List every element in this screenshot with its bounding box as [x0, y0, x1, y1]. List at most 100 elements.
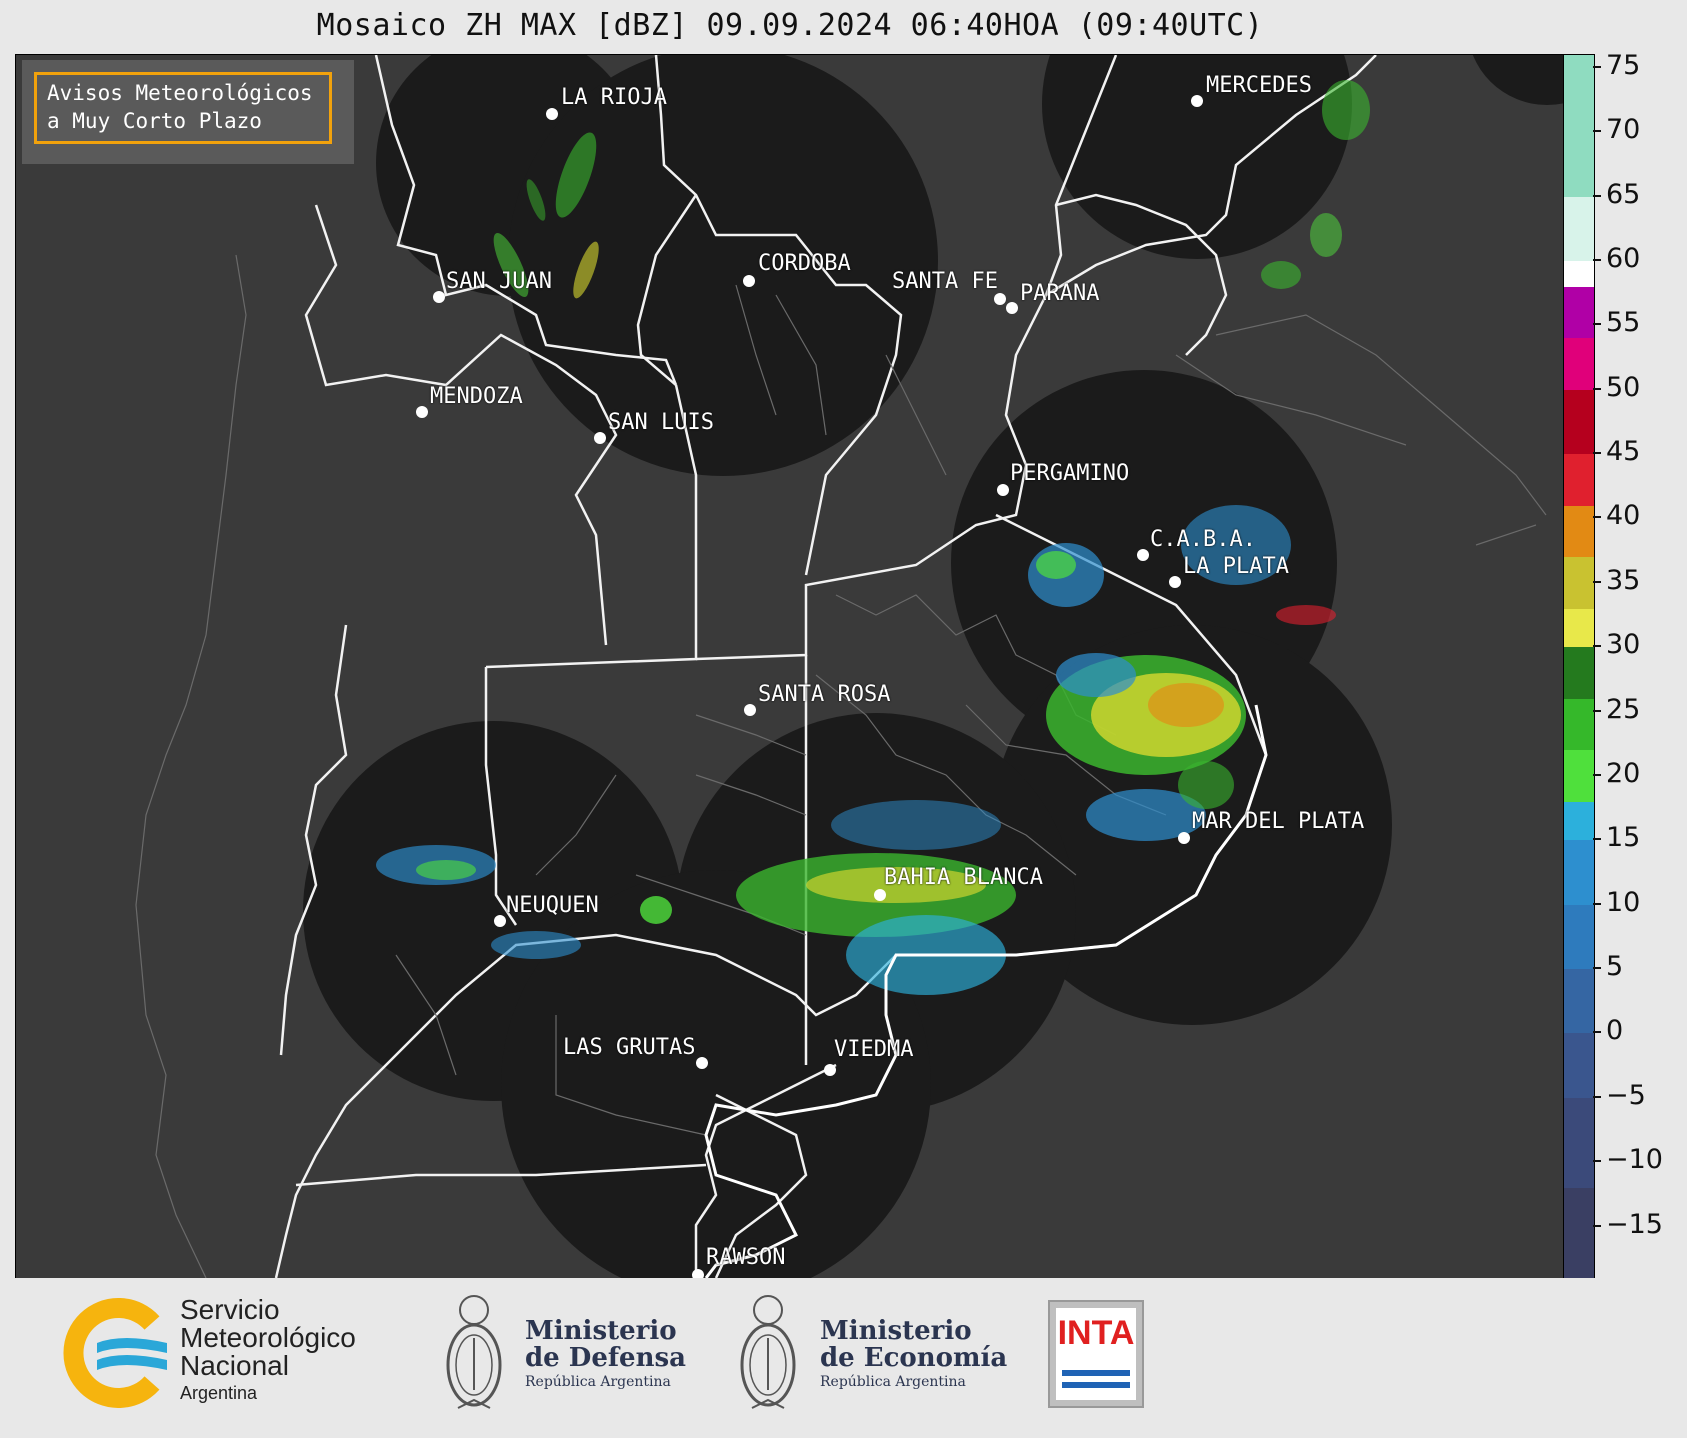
city-marker: [1006, 302, 1018, 314]
inta-stripe: [1062, 1382, 1130, 1388]
city-label: LAS GRUTAS: [563, 1035, 696, 1060]
city-label: BAHIA BLANCA: [884, 865, 1043, 890]
colorbar-tick-label: 10: [1592, 887, 1640, 918]
colorbar-band: [1564, 1033, 1594, 1098]
coat-of-arms-icon: [446, 1295, 502, 1409]
notice-frame: Avisos Meteorológicos a Muy Corto Plazo: [34, 72, 332, 144]
notice-line-2: a Muy Corto Plazo: [47, 109, 262, 133]
colorbar-band: [1564, 750, 1594, 802]
colorbar-band: [1564, 969, 1594, 1034]
economia-name: Ministerio de Economía República Argenti…: [820, 1318, 1007, 1392]
city-label: LA PLATA: [1183, 554, 1289, 579]
defensa-name: Ministerio de Defensa República Argentin…: [525, 1318, 686, 1392]
colorbar-tick-label: 25: [1592, 694, 1640, 725]
city-label: PARANA: [1020, 281, 1100, 306]
notice-line-1: Avisos Meteorológicos: [47, 81, 313, 105]
city-marker: [997, 484, 1009, 496]
city-label: SANTA FE: [892, 269, 998, 294]
city-label: CORDOBA: [758, 251, 851, 276]
inta-stripe: [1062, 1370, 1130, 1376]
dbz-colorbar: [1563, 54, 1595, 1279]
inta-logo: INTA: [1048, 1300, 1144, 1408]
city-marker: [696, 1057, 708, 1069]
city-marker: [994, 293, 1006, 305]
colorbar-band: [1564, 454, 1594, 506]
colorbar-tick-label: 50: [1592, 372, 1640, 403]
city-label: SAN LUIS: [608, 410, 714, 435]
colorbar-band: [1564, 698, 1594, 751]
city-label: LA RIOJA: [561, 85, 667, 110]
city-label: SANTA ROSA: [758, 682, 891, 707]
city-label: C.A.B.A.: [1150, 527, 1256, 552]
map-title: Mosaico ZH MAX [dBZ] 09.09.2024 06:40HOA…: [316, 8, 1264, 43]
colorbar-tick-label: 65: [1592, 179, 1640, 210]
colorbar-band: [1564, 55, 1594, 197]
colorbar-tick-label: 0: [1592, 1015, 1623, 1046]
city-label: VIEDMA: [834, 1037, 914, 1062]
colorbar-tick-label: 70: [1592, 114, 1640, 145]
smn-line-2: Meteorológico: [180, 1322, 356, 1353]
city-marker: [824, 1064, 836, 1076]
city-marker: [546, 108, 558, 120]
city-label: MERCEDES: [1206, 73, 1312, 98]
colorbar-tick-label: 75: [1592, 50, 1640, 81]
city-marker: [1137, 549, 1149, 561]
city-marker: [1169, 576, 1181, 588]
colorbar-tick-label: 45: [1592, 436, 1640, 467]
colorbar-band: [1564, 904, 1594, 970]
smn-logo-icon: [63, 1298, 167, 1408]
smn-line-1: Servicio: [180, 1294, 280, 1325]
colorbar-tick-label: 5: [1592, 951, 1623, 982]
city-marker: [743, 275, 755, 287]
colorbar-tick-label: 55: [1592, 307, 1640, 338]
city-marker: [416, 406, 428, 418]
colorbar-band: [1564, 1097, 1594, 1188]
city-label: SAN JUAN: [446, 269, 552, 294]
colorbar-band: [1564, 286, 1594, 339]
colorbar-band: [1564, 260, 1594, 287]
colorbar-band: [1564, 505, 1594, 558]
city-label: MAR DEL PLATA: [1192, 809, 1365, 834]
colorbar-band: [1564, 557, 1594, 609]
notice-box: Avisos Meteorológicos a Muy Corto Plazo: [22, 60, 354, 164]
city-marker: [1178, 832, 1190, 844]
inta-text: INTA: [1057, 1314, 1135, 1352]
smn-line-3: Nacional: [180, 1350, 289, 1381]
economia-line-2: de Economía: [820, 1343, 1008, 1373]
city-marker: [433, 291, 445, 303]
economia-line-1: Ministerio: [820, 1316, 972, 1346]
footer-logos: Servicio Meteorológico Nacional Argentin…: [0, 1278, 1687, 1438]
colorbar-band: [1564, 389, 1594, 455]
colorbar-tick-label: −15: [1593, 1209, 1663, 1240]
city-label: MENDOZA: [430, 384, 523, 409]
city-marker: [594, 432, 606, 444]
smn-country: Argentina: [180, 1383, 258, 1403]
colorbar-band: [1564, 196, 1594, 261]
colorbar-tick-label: −5: [1593, 1080, 1646, 1111]
city-marker: [494, 915, 506, 927]
colorbar-tick-label: 30: [1592, 629, 1640, 660]
smn-name: Servicio Meteorológico Nacional Argentin…: [180, 1296, 356, 1404]
city-marker: [744, 704, 756, 716]
city-label: RAWSON: [706, 1245, 786, 1270]
city-label: NEUQUEN: [506, 893, 599, 918]
city-marker: [874, 889, 886, 901]
colorbar-band: [1564, 840, 1594, 905]
radar-map[interactable]: LA RIOJA MERCEDES SAN JUAN CORDOBA SANTA…: [15, 54, 1565, 1279]
colorbar-tick-label: 35: [1592, 565, 1640, 596]
colorbar-tick-label: −10: [1593, 1144, 1663, 1175]
colorbar-tick-label: 15: [1592, 822, 1640, 853]
colorbar-band: [1564, 801, 1594, 841]
radar-map-canvas: [135, 55, 1564, 1278]
city-label: PERGAMINO: [1010, 461, 1130, 486]
colorbar-band: [1564, 647, 1594, 699]
coat-of-arms-icon: [740, 1295, 796, 1409]
defensa-line-1: Ministerio: [525, 1316, 677, 1346]
colorbar-tick-label: 40: [1592, 500, 1640, 531]
colorbar-tick-label: 20: [1592, 758, 1640, 789]
defensa-sub: República Argentina: [525, 1374, 671, 1390]
city-marker: [1191, 95, 1203, 107]
inta-logo-panel: INTA: [1056, 1308, 1136, 1400]
colorbar-tick-label: 60: [1592, 243, 1640, 274]
economia-sub: República Argentina: [820, 1374, 966, 1390]
